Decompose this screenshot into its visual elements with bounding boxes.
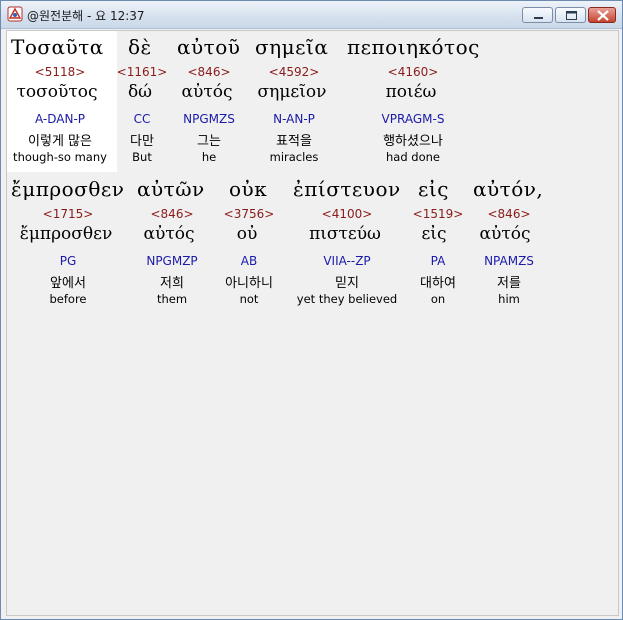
english-gloss: not [239,292,259,306]
strong-number[interactable]: <846> [150,207,193,221]
parse-code: NPGMZP [146,254,198,268]
korean-gloss: 다만 [130,134,154,149]
parse-code: A-DAN-P [34,112,86,126]
korean-gloss: 대하여 [420,276,456,291]
english-gloss: though-so many [13,150,107,164]
lemma: πιστεύω [309,224,381,244]
lemma: τοσοῦτος [16,82,98,102]
greek-word[interactable]: οὐκ [229,177,267,201]
parse-code: VPRAGM-S [381,112,445,126]
korean-gloss: 믿지 [335,276,359,291]
strong-number[interactable]: <1161> [117,65,168,79]
strong-number[interactable]: <4592> [269,65,320,79]
parse-code: PG [59,254,77,268]
korean-gloss: 아니하니 [225,276,273,291]
app-window: @원전분해 - 요 12:37 Τοσαῦτα <5118> τοσοῦτος … [0,0,623,620]
lemma: αὐτός [143,224,195,244]
english-gloss: before [49,292,87,306]
lemma: δώ [127,82,153,102]
close-button[interactable] [588,7,616,23]
strong-number[interactable]: <5118> [35,65,86,79]
korean-gloss: 그는 [197,134,221,149]
greek-word[interactable]: πεποιηκότος [347,35,480,59]
greek-word[interactable]: αὐτόν, [473,177,543,201]
english-gloss: had done [386,150,440,164]
strong-number[interactable]: <846> [187,65,230,79]
strong-number[interactable]: <4100> [322,207,373,221]
strong-number[interactable]: <3756> [224,207,275,221]
parse-code: N-AN-P [273,112,315,126]
strong-number[interactable]: <4160> [388,65,439,79]
strong-number[interactable]: <1715> [43,207,94,221]
korean-gloss: 행하셨으나 [383,134,443,149]
parse-code: AB [240,254,258,268]
lemma: εἰς [421,224,447,244]
parse-code: PA [430,254,446,268]
greek-word[interactable]: δὲ [128,35,152,59]
greek-word[interactable]: εἰς [418,177,449,201]
lemma: οὐ [236,224,258,244]
lemma: ποιέω [385,82,437,102]
window-title: @원전분해 - 요 12:37 [27,9,145,23]
lemma: σημεῖον [257,82,327,102]
english-gloss: on [430,292,446,306]
korean-gloss: 앞에서 [50,276,86,291]
english-gloss: them [156,292,188,306]
lemma: αὐτός [181,82,233,102]
parse-code: NPAMZS [484,254,534,268]
parse-code: VIIA--ZP [323,254,371,268]
korean-gloss: 저를 [497,276,521,291]
title-bar[interactable]: @원전분해 - 요 12:37 [1,1,622,29]
strong-number[interactable]: <846> [487,207,530,221]
lemma: αὐτός [479,224,531,244]
korean-gloss: 저희 [160,276,184,291]
minimize-icon [534,17,543,19]
maximize-button[interactable] [555,7,586,23]
greek-word[interactable]: αὐτῶν [137,177,205,201]
korean-gloss: 표적을 [276,134,312,149]
greek-word[interactable]: ἔμπροσθεν [11,177,124,201]
parse-code: CC [133,112,151,126]
english-gloss: he [201,150,217,164]
greek-word[interactable]: αὐτοῦ [177,35,240,59]
bible-app-icon [7,6,23,22]
english-gloss: yet they believed [296,292,398,306]
maximize-icon [566,11,577,20]
greek-word[interactable]: Τοσαῦτα [11,35,104,59]
korean-gloss: 이렇게 많은 [28,134,92,149]
parse-code: NPGMZS [183,112,235,126]
english-gloss: But [132,150,152,164]
greek-word[interactable]: ἐπίστευον [293,177,401,201]
lemma: ἔμπροσθεν [19,224,113,244]
english-gloss: miracles [269,150,319,164]
close-icon [597,10,609,21]
greek-word[interactable]: σημεῖα [255,35,328,59]
minimize-button[interactable] [522,7,553,23]
interlinear-panel: Τοσαῦτα <5118> τοσοῦτος A-DAN-P 이렇게 많은 t… [6,30,619,616]
strong-number[interactable]: <1519> [413,207,464,221]
english-gloss: him [498,292,520,306]
